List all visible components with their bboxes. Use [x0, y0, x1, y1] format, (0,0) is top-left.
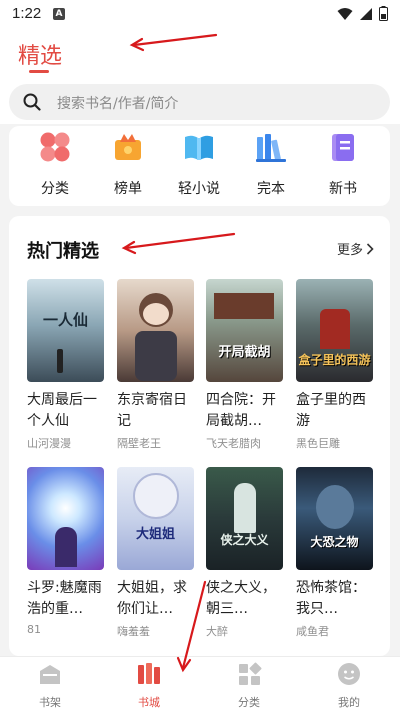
book-author: 隔壁老王 — [117, 437, 161, 450]
category-label: 完本 — [257, 181, 285, 197]
cover-title: 大姐姐 — [135, 527, 175, 542]
notification-icon: A — [53, 8, 65, 20]
book-title: 大周最后一个人仙 — [27, 392, 97, 429]
book-cover: 一人仙 — [27, 279, 104, 382]
book-cover — [27, 467, 104, 570]
category-item-fenlei[interactable]: 分类 — [30, 130, 80, 198]
nav-item-profile[interactable]: 我的 — [319, 661, 379, 710]
book-author: 咸鱼君 — [296, 625, 329, 638]
nav-label: 分类 — [238, 696, 260, 709]
book-cover: 盒子里的西游 — [296, 279, 373, 382]
cover-title: 侠之大义 — [220, 533, 269, 547]
book-card[interactable]: 一人仙 大周最后一个人仙 山河漫漫 — [27, 279, 105, 451]
light-novel-book-icon — [185, 135, 213, 160]
book-card[interactable]: 东京寄宿日记 隔壁老王 — [117, 279, 195, 451]
category-grid-icon — [239, 662, 262, 685]
cover-title: 开局截胡 — [218, 345, 271, 360]
category-label: 轻小说 — [178, 181, 220, 197]
book-author: 大醉 — [206, 625, 228, 638]
new-book-icon — [332, 134, 354, 161]
status-bar: 1:22 A — [0, 0, 400, 30]
hot-picks-section: 热门精选 更多 一人仙 大周最后一个人仙 山河漫漫 东京寄宿日记 隔壁老王 开局… — [9, 216, 390, 656]
category-item-bangdan[interactable]: 榜单 — [103, 130, 153, 198]
status-icons — [337, 6, 388, 21]
cover-title: 盒子里的西游 — [298, 353, 371, 367]
book-title: 东京寄宿日记 — [117, 392, 187, 429]
book-card[interactable]: 大姐姐 大姐姐，求你们让… 嗨羞羞 — [117, 467, 195, 639]
book-card[interactable]: 开局截胡 四合院：开局截胡… 飞天老腊肉 — [206, 279, 284, 451]
ranking-crown-icon — [115, 134, 141, 160]
category-item-qingxiaoshuo[interactable]: 轻小说 — [174, 130, 224, 198]
chevron-right-icon — [366, 242, 374, 255]
finished-books-icon — [256, 134, 286, 162]
book-author: 山河漫漫 — [27, 437, 71, 450]
book-author: 嗨羞羞 — [117, 625, 150, 638]
nav-label: 书城 — [138, 696, 160, 709]
category-label: 分类 — [41, 181, 69, 197]
profile-icon — [338, 663, 360, 685]
nav-item-bookshelf[interactable]: 书架 — [20, 661, 80, 710]
book-card[interactable]: 斗罗:魅魔雨浩的重… 81 — [27, 467, 105, 636]
book-cover: 大姐姐 — [117, 467, 194, 570]
wifi-icon — [337, 7, 353, 20]
cover-title: 一人仙 — [42, 311, 88, 329]
book-author: 黑色巨雕 — [296, 437, 340, 450]
cover-title: 大恐之物 — [310, 535, 359, 549]
status-time: 1:22 — [12, 5, 42, 22]
more-link[interactable]: 更多 — [337, 239, 374, 258]
nav-label: 书架 — [39, 696, 61, 709]
book-card[interactable]: 大恐之物 恐怖茶馆：我只… 咸鱼君 — [296, 467, 374, 639]
book-cover — [117, 279, 194, 382]
page-title[interactable]: 精选 — [18, 38, 62, 70]
category-clover-icon — [40, 132, 70, 162]
header: 精选 — [0, 30, 400, 78]
bookstore-icon — [138, 663, 160, 684]
battery-icon — [379, 6, 388, 21]
book-title: 四合院：开局截胡… — [206, 392, 276, 429]
nav-item-category[interactable]: 分类 — [219, 661, 279, 710]
book-title: 斗罗:魅魔雨浩的重… — [27, 580, 102, 617]
category-label: 榜单 — [114, 181, 142, 197]
search-placeholder: 搜索书名/作者/简介 — [57, 96, 179, 112]
book-card[interactable]: 盒子里的西游 盒子里的西游 黑色巨雕 — [296, 279, 374, 451]
book-title: 大姐姐，求你们让… — [117, 580, 187, 617]
search-area: 搜索书名/作者/简介 — [0, 78, 400, 124]
book-title: 盒子里的西游 — [296, 392, 366, 429]
nav-label: 我的 — [338, 696, 360, 709]
category-row: 分类 榜单 轻小说 完本 新书 — [9, 126, 390, 206]
more-label: 更多 — [336, 243, 363, 258]
section-title: 热门精选 — [27, 241, 99, 262]
category-label: 新书 — [329, 181, 357, 197]
title-underline — [29, 70, 49, 73]
book-card[interactable]: 侠之大义 侠之大义，朝三… 大醉 — [206, 467, 284, 639]
book-author: 飞天老腊肉 — [206, 437, 261, 450]
book-title: 侠之大义，朝三… — [206, 580, 276, 617]
book-author: 81 — [27, 623, 41, 636]
category-item-xinshu[interactable]: 新书 — [318, 130, 368, 198]
bookshelf-icon — [40, 665, 60, 684]
book-cover: 侠之大义 — [206, 467, 283, 570]
book-cover: 开局截胡 — [206, 279, 283, 382]
bottom-nav: 书架 书城 分类 我的 — [0, 656, 400, 710]
book-cover: 大恐之物 — [296, 467, 373, 570]
signal-icon — [360, 7, 372, 20]
nav-item-bookstore[interactable]: 书城 — [119, 661, 179, 710]
search-icon — [23, 93, 41, 111]
category-item-wanben[interactable]: 完本 — [246, 130, 296, 198]
search-input[interactable]: 搜索书名/作者/简介 — [9, 84, 390, 120]
book-title: 恐怖茶馆：我只… — [296, 580, 366, 617]
